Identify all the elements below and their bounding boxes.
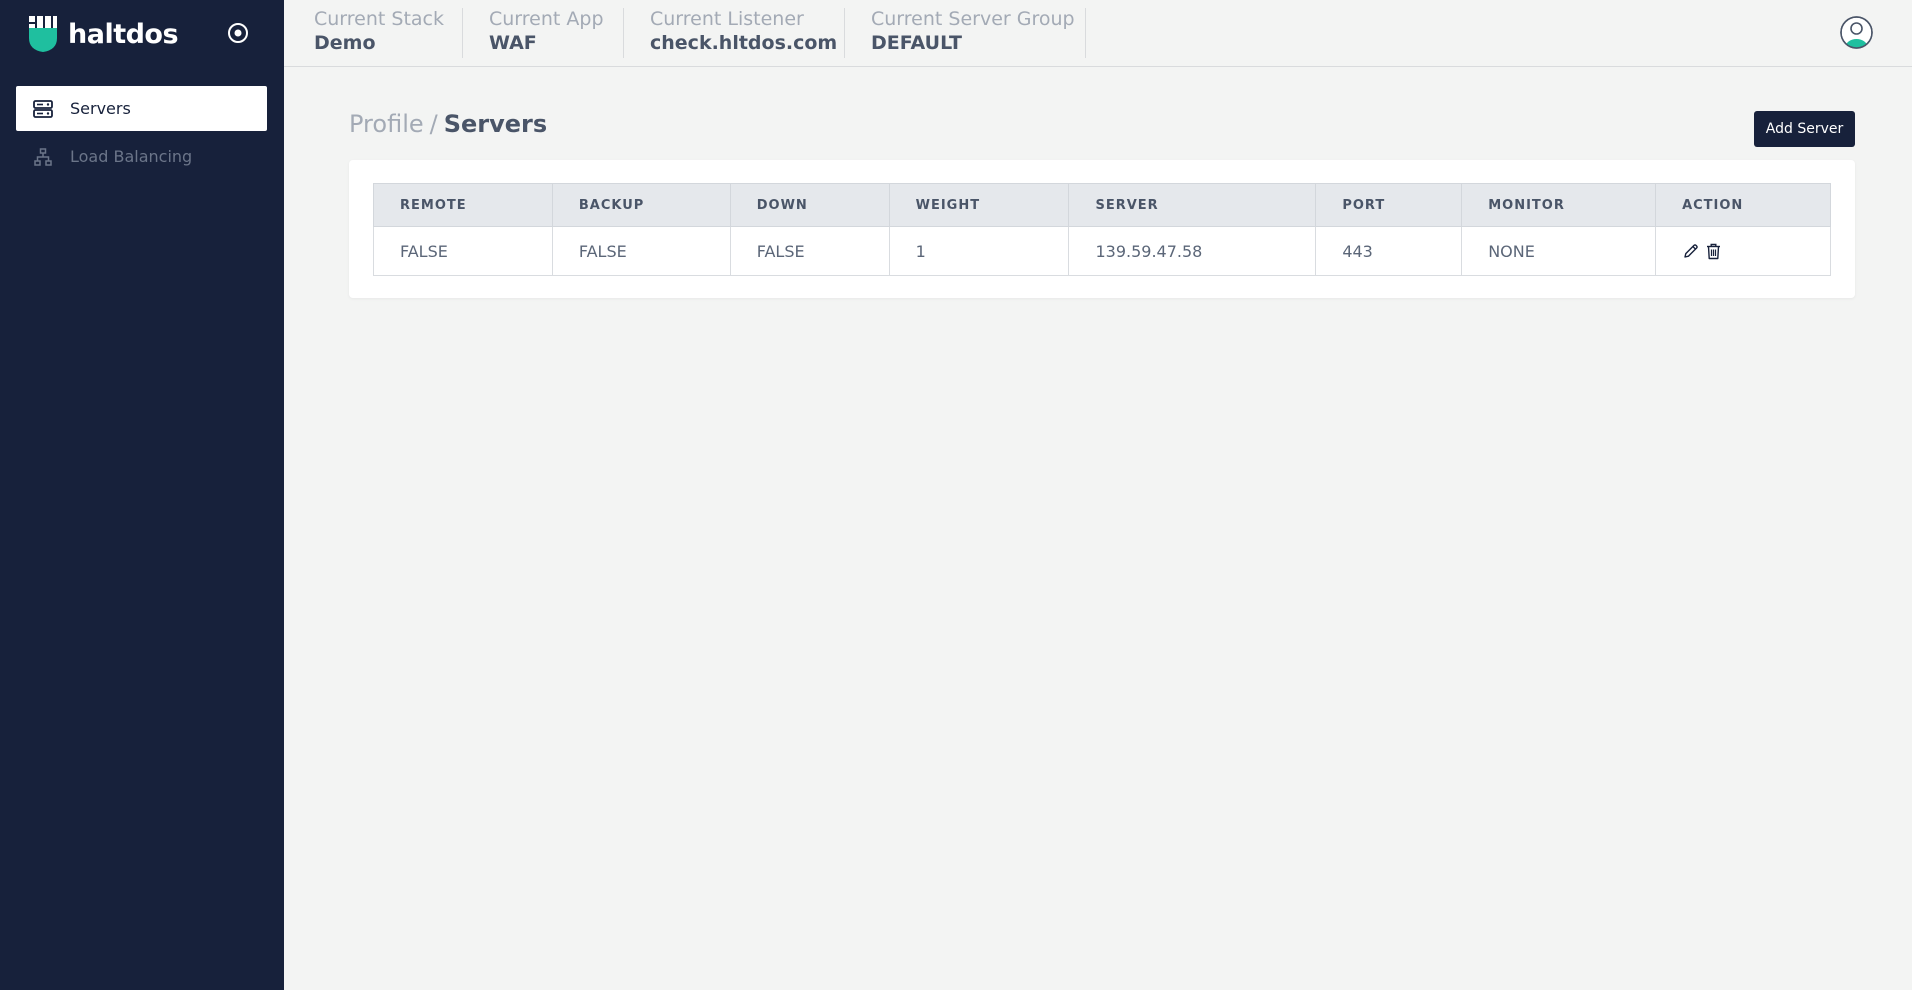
edit-pencil-icon[interactable] bbox=[1682, 242, 1700, 260]
context-current-stack[interactable]: Current Stack Demo bbox=[284, 8, 463, 58]
context-current-server-group[interactable]: Current Server Group DEFAULT bbox=[845, 8, 1086, 58]
server-icon bbox=[33, 99, 53, 119]
column-header-weight[interactable]: WEIGHT bbox=[888, 183, 1070, 227]
context-value: WAF bbox=[489, 32, 537, 54]
context-label: Current Stack bbox=[314, 8, 445, 30]
column-header-port[interactable]: PORT bbox=[1315, 183, 1463, 227]
breadcrumb-parent[interactable]: Profile bbox=[349, 110, 424, 138]
table-header-row: REMOTE BACKUP DOWN WEIGHT SERVER PORT MO… bbox=[373, 183, 1831, 227]
cell-monitor: NONE bbox=[1461, 226, 1657, 276]
table-row: FALSE FALSE FALSE 1 139.59.47.58 443 NON… bbox=[373, 226, 1831, 276]
cell-action bbox=[1655, 226, 1831, 276]
row-actions bbox=[1682, 227, 1830, 275]
add-server-button[interactable]: Add Server bbox=[1754, 111, 1855, 147]
context-label: Current App bbox=[489, 8, 604, 30]
column-header-action: ACTION bbox=[1655, 183, 1831, 227]
column-header-down[interactable]: DOWN bbox=[729, 183, 890, 227]
sidebar-item-load-balancing[interactable]: Load Balancing bbox=[16, 134, 267, 179]
sitemap-icon bbox=[33, 147, 53, 167]
sidebar-item-label: Load Balancing bbox=[70, 147, 193, 166]
column-header-backup[interactable]: BACKUP bbox=[551, 183, 731, 227]
sidebar-nav: Servers Load Balancing bbox=[16, 86, 267, 182]
cell-remote: FALSE bbox=[373, 226, 553, 276]
column-header-monitor[interactable]: MONITOR bbox=[1461, 183, 1657, 227]
context-current-app[interactable]: Current App WAF bbox=[463, 8, 624, 58]
breadcrumb: Profile / Servers bbox=[349, 110, 547, 138]
column-header-server[interactable]: SERVER bbox=[1068, 183, 1317, 227]
sidebar-item-servers[interactable]: Servers bbox=[16, 86, 267, 131]
cell-backup: FALSE bbox=[551, 226, 731, 276]
delete-trash-icon[interactable] bbox=[1704, 242, 1722, 260]
context-label: Current Server Group bbox=[871, 8, 1075, 30]
context-value: DEFAULT bbox=[871, 32, 963, 54]
brand-name: haltdos bbox=[68, 18, 179, 50]
context-value: check.hltdos.com bbox=[650, 32, 838, 54]
sidebar-toggle-icon[interactable] bbox=[227, 22, 249, 44]
cell-server: 139.59.47.58 bbox=[1068, 226, 1317, 276]
cell-port: 443 bbox=[1315, 226, 1463, 276]
haltdos-logo-icon bbox=[29, 16, 57, 52]
sidebar-item-label: Servers bbox=[70, 99, 131, 118]
cell-down: FALSE bbox=[729, 226, 890, 276]
servers-table: REMOTE BACKUP DOWN WEIGHT SERVER PORT MO… bbox=[373, 183, 1831, 276]
column-header-remote[interactable]: REMOTE bbox=[373, 183, 553, 227]
top-header: Current Stack Demo Current App WAF Curre… bbox=[284, 0, 1912, 67]
brand-logo[interactable]: haltdos bbox=[27, 16, 179, 52]
user-avatar-icon[interactable] bbox=[1840, 16, 1873, 49]
context-value: Demo bbox=[314, 32, 376, 54]
context-label: Current Listener bbox=[650, 8, 804, 30]
page-title: Servers bbox=[443, 110, 548, 138]
cell-weight: 1 bbox=[888, 226, 1070, 276]
servers-card: REMOTE BACKUP DOWN WEIGHT SERVER PORT MO… bbox=[349, 160, 1855, 298]
sidebar: haltdos Servers Load Balancing bbox=[0, 0, 284, 990]
breadcrumb-separator: / bbox=[429, 110, 438, 138]
context-current-listener[interactable]: Current Listener check.hltdos.com bbox=[624, 8, 845, 58]
